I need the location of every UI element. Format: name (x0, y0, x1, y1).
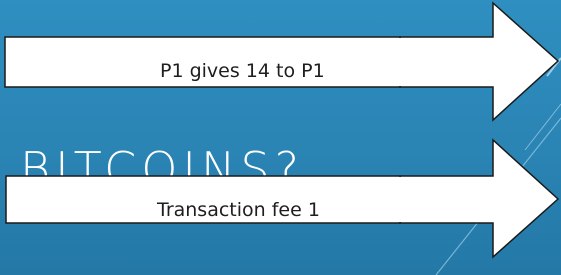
arrow-text-1: P1 gives 14 to P1 (160, 60, 325, 82)
arrow-text-2: Transaction fee 1 (157, 199, 320, 221)
slide: BITCOINS? P1 gives 14 to P1 Transaction … (0, 0, 561, 275)
arrow-shape-2 (399, 138, 560, 259)
